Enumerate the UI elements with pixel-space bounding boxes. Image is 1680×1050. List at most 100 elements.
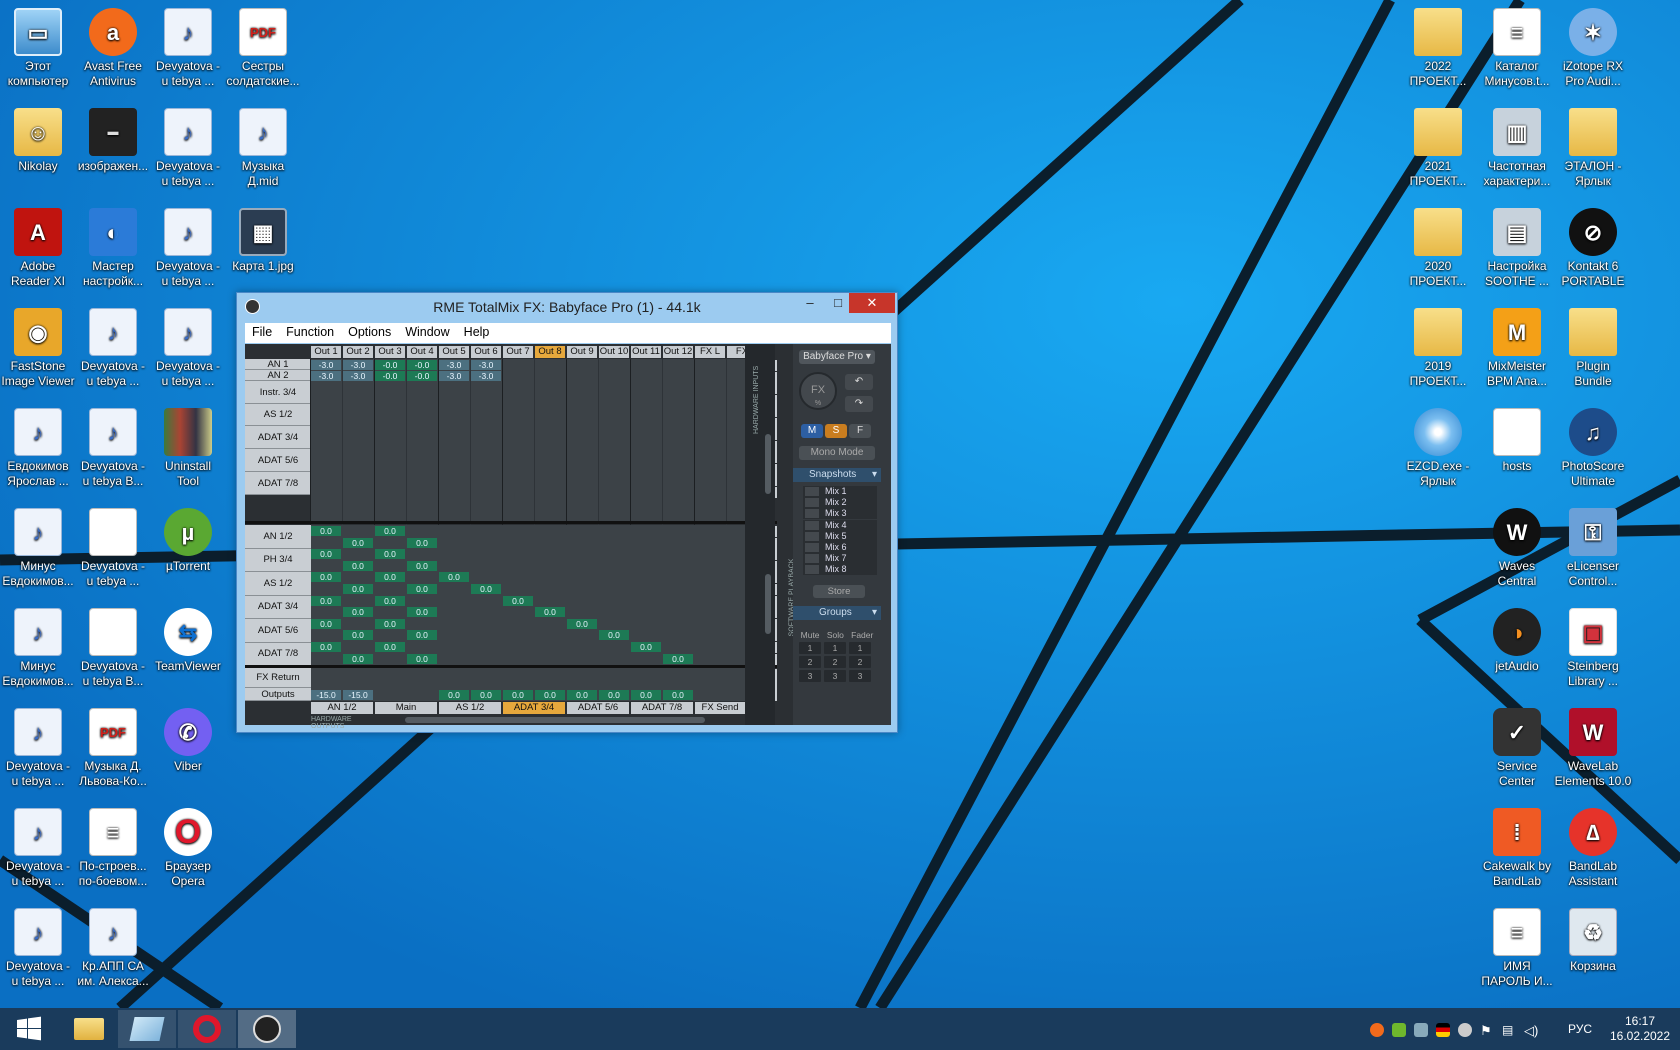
gain-cell[interactable]: 0.0 — [343, 630, 373, 641]
output-header[interactable]: Out 6 — [471, 346, 501, 358]
gain-cell[interactable]: 0.0 — [343, 607, 373, 618]
gain-cell[interactable]: -0.0 — [407, 360, 437, 370]
desktop-icon[interactable]: ▬ изображен... — [72, 104, 154, 174]
menu-window[interactable]: Window — [398, 323, 456, 341]
output-header[interactable]: Out 2 — [343, 346, 373, 358]
hw-input-row-label[interactable]: AN 1 — [245, 359, 311, 370]
output-header[interactable]: Out 11 — [631, 346, 661, 358]
gain-cell[interactable]: 0.0 — [311, 572, 341, 583]
menu-function[interactable]: Function — [279, 323, 341, 341]
snapshot-item[interactable]: Mix 1 — [803, 486, 877, 497]
output-header[interactable]: Out 1 — [311, 346, 341, 358]
output-level-cell[interactable]: 0.0 — [439, 690, 469, 700]
gain-cell[interactable]: 0.0 — [311, 642, 341, 652]
clock[interactable]: 16:17 16.02.2022 — [1608, 1014, 1672, 1044]
output-header[interactable]: Out 10 — [599, 346, 629, 358]
desktop-icon[interactable]: A Adobe Reader XI — [0, 204, 79, 289]
snapshot-item[interactable]: Mix 2 — [803, 497, 877, 509]
gain-cell[interactable]: 0.0 — [407, 653, 437, 664]
output-level-cell[interactable]: 0.0 — [503, 690, 533, 700]
fx-return-label[interactable]: FX Return — [245, 668, 311, 688]
fx-knob[interactable]: FX % — [799, 372, 837, 410]
close-button[interactable]: ✕ — [849, 293, 895, 313]
output-level-cell[interactable]: 0.0 — [631, 690, 661, 700]
gain-cell[interactable]: 0.0 — [311, 595, 341, 606]
desktop-icon[interactable]: PDF Сестры солдатские... — [222, 4, 304, 89]
output-header[interactable]: Out 9 — [567, 346, 597, 358]
gain-cell[interactable]: 0.0 — [311, 618, 341, 629]
desktop-icon[interactable]: W WaveLab Elements 10.0 — [1552, 704, 1634, 789]
desktop-icon[interactable]: Devyatova - u tebya В... — [72, 604, 154, 689]
gain-cell[interactable]: 0.0 — [407, 537, 437, 548]
desktop-icon[interactable]: ≡ ИМЯ ПАРОЛЬ И... — [1476, 904, 1558, 989]
undo-icon[interactable]: ↶ — [845, 374, 873, 390]
input-language[interactable]: РУС — [1568, 1022, 1592, 1036]
output-group-label[interactable]: ADAT 5/6 — [567, 702, 629, 714]
hw-input-row-label[interactable]: ADAT 7/8 — [245, 472, 311, 495]
gain-cell[interactable]: 0.0 — [599, 630, 629, 641]
output-level-cell[interactable]: 0.0 — [471, 690, 501, 700]
snapshots-header[interactable]: Snapshots ▾ — [793, 468, 881, 482]
desktop-icon[interactable]: a Avast Free Antivirus — [72, 4, 154, 89]
gain-cell[interactable]: -3.0 — [311, 360, 341, 370]
hw-input-row-label[interactable]: AN 2 — [245, 370, 311, 381]
gain-cell[interactable]: 0.0 — [375, 642, 405, 652]
desktop-icon[interactable]: Uninstall Tool — [147, 404, 229, 489]
outputs-label[interactable]: Outputs — [245, 688, 311, 701]
gain-cell[interactable]: -3.0 — [471, 371, 501, 381]
vertical-scrollbar[interactable] — [765, 434, 771, 494]
desktop-icon[interactable]: ⚿ eLicenser Control... — [1552, 504, 1634, 589]
title-bar[interactable]: RME TotalMix FX: Babyface Pro (1) - 44.1… — [237, 293, 897, 321]
desktop-icon[interactable]: ◐ Мастер настройк... — [72, 204, 154, 289]
output-header[interactable]: FX L — [695, 346, 725, 358]
output-header[interactable]: Out 4 — [407, 346, 437, 358]
desktop-icon[interactable]: ♪ Devyatova - u tebya ... — [0, 904, 79, 989]
desktop-icon[interactable]: ♪ Devyatova - u tebya ... — [72, 304, 154, 389]
desktop-icon[interactable]: ≡ По-строев... по-боевом... — [72, 804, 154, 889]
playback-row-label[interactable]: AS 1/2 — [245, 572, 311, 596]
gain-cell[interactable]: 0.0 — [343, 560, 373, 571]
s-button[interactable]: S — [825, 424, 847, 438]
snapshot-item[interactable]: Mix 7 — [803, 553, 877, 565]
desktop-icon[interactable]: ☺ Nikolay — [0, 104, 79, 174]
desktop-icon[interactable]: ✆ Viber — [147, 704, 229, 774]
desktop-icon[interactable]: ▦ Карта 1.jpg — [222, 204, 304, 274]
horizontal-scrollbar[interactable] — [405, 717, 705, 723]
gain-cell[interactable]: 0.0 — [631, 642, 661, 652]
group-button[interactable]: 3 — [824, 670, 846, 682]
group-button[interactable]: 3 — [799, 670, 821, 682]
desktop-icon[interactable]: ⊘ Kontakt 6 PORTABLE — [1552, 204, 1634, 289]
gain-cell[interactable]: 0.0 — [375, 526, 405, 536]
group-button[interactable]: 3 — [849, 670, 871, 682]
desktop-icon[interactable]: ♪ Devyatova - u tebya ... — [147, 4, 229, 89]
gain-cell[interactable]: -3.0 — [439, 360, 469, 370]
hw-input-row-label[interactable]: ADAT 5/6 — [245, 449, 311, 472]
group-button[interactable]: 2 — [824, 656, 846, 668]
desktop-icon[interactable]: µ µTorrent — [147, 504, 229, 574]
device-tray-icon[interactable] — [1414, 1023, 1428, 1037]
gain-cell[interactable]: 0.0 — [375, 595, 405, 606]
desktop-icon[interactable]: ♪ Devyatova - u tebya ... — [147, 104, 229, 189]
output-level-cell[interactable]: -15.0 — [343, 690, 373, 700]
desktop-icon[interactable]: ◑ jetAudio — [1476, 604, 1558, 674]
snapshot-item[interactable]: Mix 4 — [803, 519, 877, 531]
desktop-icon[interactable]: ♪ Музыка Д.mid — [222, 104, 304, 189]
output-group-label[interactable]: AN 1/2 — [311, 702, 373, 714]
explorer-taskbar-button[interactable] — [60, 1010, 118, 1048]
gain-cell[interactable]: -3.0 — [471, 360, 501, 370]
desktop-icon[interactable]: ⁞ Cakewalk by BandLab — [1476, 804, 1558, 889]
output-level-cell[interactable]: 0.0 — [535, 690, 565, 700]
desktop-icon[interactable]: ▤ Настройка SOOTHE ... — [1476, 204, 1558, 289]
output-header[interactable]: Out 12 — [663, 346, 693, 358]
desktop-icon[interactable]: ♪ Devyatova - u tebya ... — [147, 304, 229, 389]
desktop-icon[interactable]: ♫ PhotoScore Ultimate — [1552, 404, 1634, 489]
gain-cell[interactable]: -3.0 — [439, 371, 469, 381]
desktop-icon[interactable]: ▣ Steinberg Library ... — [1552, 604, 1634, 689]
gain-cell[interactable]: 0.0 — [663, 653, 693, 664]
desktop-icon[interactable]: 2020 ПРОЕКТ... — [1397, 204, 1479, 289]
desktop-icon[interactable]: EZCD.exe - Ярлык — [1397, 404, 1479, 489]
gain-cell[interactable]: 0.0 — [567, 618, 597, 629]
mono-mode-button[interactable]: Mono Mode — [799, 446, 875, 460]
f-button[interactable]: F — [849, 424, 871, 438]
desktop-icon[interactable]: ♪ Devyatova - u tebya В... — [72, 404, 154, 489]
